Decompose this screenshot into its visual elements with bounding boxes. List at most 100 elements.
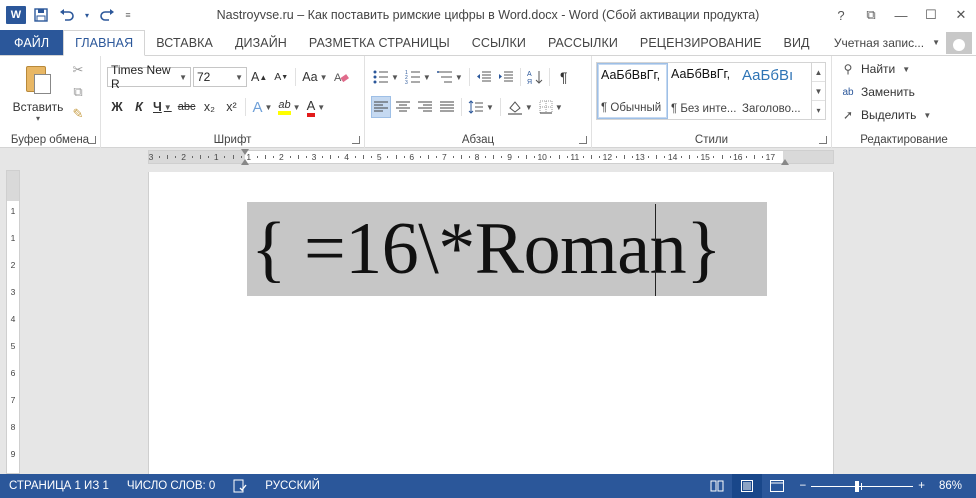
vertical-ruler-number: 9 bbox=[10, 449, 16, 459]
language-indicator[interactable]: РУССКИЙ bbox=[256, 480, 329, 492]
paragraph-launcher-icon[interactable] bbox=[579, 136, 587, 144]
undo-icon[interactable] bbox=[56, 4, 78, 26]
tab-layout[interactable]: РАЗМЕТКА СТРАНИЦЫ bbox=[298, 30, 461, 55]
first-line-indent-marker[interactable] bbox=[241, 149, 249, 155]
web-layout-icon[interactable] bbox=[762, 474, 792, 498]
change-case-button[interactable]: Aa ▼ bbox=[300, 66, 329, 88]
tab-home[interactable]: ГЛАВНАЯ bbox=[63, 30, 146, 56]
borders-icon[interactable]: ▼ bbox=[537, 96, 565, 118]
account-menu[interactable]: Учетная запис... ▼ bbox=[834, 30, 976, 55]
tab-insert[interactable]: ВСТАВКА bbox=[145, 30, 224, 55]
increase-indent-icon[interactable] bbox=[496, 66, 516, 88]
maximize-button[interactable]: ☐ bbox=[916, 0, 946, 30]
highlight-icon: ab bbox=[278, 99, 291, 115]
multilevel-list-icon[interactable]: ▼ bbox=[435, 66, 465, 88]
avatar[interactable] bbox=[946, 31, 972, 54]
align-right-icon[interactable] bbox=[415, 96, 435, 118]
page-count[interactable]: СТРАНИЦА 1 ИЗ 1 bbox=[0, 480, 118, 492]
justify-icon[interactable] bbox=[437, 96, 457, 118]
find-button[interactable]: ⚲ Найти ▼ bbox=[840, 62, 911, 76]
redo-icon[interactable] bbox=[96, 4, 118, 26]
bullets-icon[interactable]: ▼ bbox=[371, 66, 401, 88]
text-effects-button[interactable]: A ▼ bbox=[250, 96, 274, 118]
tab-design[interactable]: ДИЗАЙН bbox=[224, 30, 298, 55]
ruler-tick bbox=[656, 155, 658, 159]
superscript-button[interactable]: x² bbox=[221, 96, 241, 118]
close-button[interactable]: ✕ bbox=[946, 0, 976, 30]
replace-button[interactable]: ab Заменить bbox=[840, 85, 915, 99]
paste-button[interactable]: Вставить ▾ bbox=[10, 62, 66, 123]
vertical-ruler-number: 4 bbox=[10, 314, 16, 324]
grow-font-button[interactable]: A ▲ bbox=[249, 66, 269, 88]
highlight-button[interactable]: ab ▼ bbox=[276, 96, 302, 118]
zoom-percent[interactable]: 86% bbox=[933, 480, 976, 492]
chevron-down-icon[interactable]: ▼ bbox=[812, 82, 825, 101]
show-marks-icon[interactable]: ¶ bbox=[554, 66, 574, 88]
align-left-icon[interactable] bbox=[371, 96, 391, 118]
right-indent-marker[interactable] bbox=[781, 159, 789, 165]
cut-icon[interactable]: ✂ bbox=[70, 62, 86, 78]
decrease-indent-icon[interactable] bbox=[474, 66, 494, 88]
ruler-tick bbox=[762, 156, 764, 158]
tab-file[interactable]: ФАЙЛ bbox=[0, 30, 64, 55]
sort-icon[interactable]: AЯ bbox=[525, 66, 545, 88]
zoom-out-button[interactable]: − bbox=[800, 480, 807, 492]
customize-qat-icon[interactable]: ≡ bbox=[122, 4, 134, 26]
field-code-selection[interactable]: { =16\*Roman} bbox=[247, 202, 767, 296]
format-painter-icon[interactable]: ✎ bbox=[70, 106, 86, 122]
style-no-spacing[interactable]: АаБбВвГг, ¶ Без инте... bbox=[668, 63, 739, 119]
clipboard-launcher-icon[interactable] bbox=[88, 136, 96, 144]
line-spacing-icon[interactable]: ▼ bbox=[466, 96, 496, 118]
tab-view[interactable]: ВИД bbox=[773, 30, 821, 55]
font-color-button[interactable]: A ▼ bbox=[305, 96, 328, 118]
select-button[interactable]: ➚ Выделить ▼ bbox=[840, 108, 931, 122]
chevron-down-icon: ▼ bbox=[902, 64, 911, 74]
ruler-tick bbox=[485, 156, 487, 158]
ruler-tick bbox=[452, 156, 454, 158]
italic-button[interactable]: К bbox=[129, 96, 149, 118]
subscript-button[interactable]: x₂ bbox=[199, 96, 219, 118]
zoom-thumb[interactable] bbox=[855, 480, 860, 492]
horizontal-ruler[interactable]: 3 2 1 1 2 3 4 5 6 7 8 9 10 11 12 13 14 15 16 17 bbox=[148, 149, 834, 165]
zoom-slider[interactable]: − + bbox=[792, 480, 933, 492]
ribbon-display-options-button[interactable]: ⧉ bbox=[856, 0, 886, 30]
field-code-text[interactable]: { =16\*Roman} bbox=[251, 212, 722, 286]
align-center-icon[interactable] bbox=[393, 96, 413, 118]
save-icon[interactable] bbox=[30, 4, 52, 26]
minimize-button[interactable]: — bbox=[886, 0, 916, 30]
tab-references[interactable]: ССЫЛКИ bbox=[461, 30, 537, 55]
word-logo-icon[interactable]: W bbox=[6, 6, 26, 24]
styles-launcher-icon[interactable] bbox=[819, 136, 827, 144]
chevron-up-icon[interactable]: ▲ bbox=[812, 63, 825, 82]
zoom-track[interactable] bbox=[811, 480, 914, 492]
font-launcher-icon[interactable] bbox=[352, 136, 360, 144]
tab-review[interactable]: РЕЦЕНЗИРОВАНИЕ bbox=[629, 30, 773, 55]
vertical-ruler-number: 1 bbox=[10, 206, 16, 216]
vertical-ruler[interactable]: 112345678910 bbox=[6, 170, 20, 486]
more-styles-icon[interactable]: ▾ bbox=[812, 101, 825, 119]
font-size-select[interactable]: 72 ▼ bbox=[193, 67, 247, 87]
style-normal[interactable]: АаБбВвГг, ¶ Обычный bbox=[597, 63, 668, 119]
underline-button[interactable]: Ч ▼ bbox=[151, 96, 174, 118]
document-page[interactable]: { =16\*Roman} bbox=[148, 172, 834, 474]
clear-formatting-button[interactable]: A bbox=[331, 66, 351, 88]
undo-dropdown-icon[interactable]: ▾ bbox=[82, 4, 92, 26]
proofing-icon[interactable] bbox=[224, 479, 256, 493]
shrink-font-button[interactable]: A ▼ bbox=[271, 66, 291, 88]
ruler-tick bbox=[354, 156, 356, 158]
read-mode-icon[interactable] bbox=[702, 474, 732, 498]
shading-icon[interactable]: ▼ bbox=[505, 96, 535, 118]
word-count[interactable]: ЧИСЛО СЛОВ: 0 bbox=[118, 480, 224, 492]
style-heading-1[interactable]: АаБбВı Заголово... bbox=[739, 63, 810, 119]
tab-mailings[interactable]: РАССЫЛКИ bbox=[537, 30, 629, 55]
ruler-number: 11 bbox=[570, 152, 580, 162]
numbering-icon[interactable]: 1 2 3 ▼ bbox=[403, 66, 433, 88]
zoom-in-button[interactable]: + bbox=[918, 480, 925, 492]
bold-button[interactable]: Ж bbox=[107, 96, 127, 118]
font-name-select[interactable]: Times New R ▼ bbox=[107, 63, 191, 91]
copy-icon[interactable]: ⧉ bbox=[70, 84, 86, 100]
print-layout-icon[interactable] bbox=[731, 474, 762, 498]
help-button[interactable]: ? bbox=[826, 0, 856, 30]
hanging-indent-marker[interactable] bbox=[241, 159, 249, 165]
strikethrough-button[interactable]: abc bbox=[176, 96, 198, 118]
